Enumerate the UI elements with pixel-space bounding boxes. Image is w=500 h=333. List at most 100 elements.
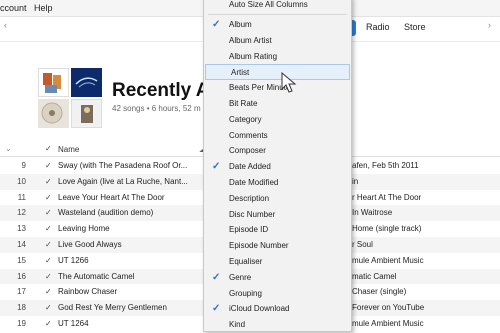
menu-item-label: Kind (229, 320, 246, 330)
tab-radio[interactable]: Radio (366, 22, 390, 32)
menu-account[interactable]: ccount (0, 0, 27, 17)
menu-item-label: Equaliser (229, 257, 263, 266)
mouse-cursor-icon (281, 72, 297, 93)
menu-item-grouping[interactable]: Grouping (204, 286, 351, 302)
track-name: Wasteland (audition demo) (58, 208, 154, 218)
track-name: Leaving Home (58, 224, 110, 234)
track-album: r Heart At The Door (352, 192, 422, 202)
track-number: 11 (17, 192, 26, 202)
menu-item-date-modified[interactable]: Date Modified (204, 175, 351, 191)
checkmark-icon[interactable]: ✓ (45, 284, 52, 300)
album-art-tile (71, 68, 102, 97)
menu-item-album[interactable]: ✓ Album (204, 17, 351, 33)
menu-item-label: Genre (229, 272, 252, 282)
menu-item-genre[interactable]: ✓ Genre (204, 270, 351, 286)
track-name: Sway (with The Pasadena Roof Or... (58, 161, 188, 170)
chevron-left-icon[interactable]: ‹ (4, 20, 7, 30)
track-album: r Soul (352, 239, 373, 249)
track-album: Home (single track) (352, 224, 422, 234)
menu-item-label: Comments (229, 130, 268, 140)
track-name: God Rest Ye Merry Gentlemen (58, 303, 167, 313)
menu-item-composer[interactable]: Composer (204, 143, 351, 159)
menu-item-label: Episode ID (229, 225, 269, 235)
tab-store[interactable]: Store (404, 22, 426, 32)
menu-help[interactable]: Help (34, 0, 53, 17)
track-number: 10 (17, 176, 26, 186)
menu-item-artist[interactable]: Artist (205, 64, 350, 81)
menu-item-label: Album (229, 20, 252, 29)
checkmark-icon: ✓ (212, 303, 221, 315)
track-number: 18 (17, 303, 26, 313)
column-context-menu: Auto Size All Columns ✓ Album Album Arti… (203, 0, 352, 332)
checkmark-icon[interactable]: ✓ (45, 269, 52, 285)
menu-item-label: Auto Size All Columns (229, 0, 308, 9)
track-name: The Automatic Camel (58, 271, 135, 281)
chevron-right-icon[interactable]: › (488, 20, 491, 30)
checkmark-icon[interactable]: ✓ (45, 174, 52, 190)
track-number: 17 (17, 287, 26, 297)
menu-item-category[interactable]: Category (204, 112, 351, 128)
album-art-tile (71, 99, 102, 128)
menu-item-label: Composer (229, 146, 266, 156)
menu-item-label: Disc Number (229, 209, 276, 219)
menu-item-equaliser[interactable]: Equaliser (204, 254, 351, 270)
track-album: mule Ambient Music (352, 255, 424, 265)
track-number: 15 (17, 255, 26, 265)
menu-item-label: Category (229, 114, 262, 124)
checkmark-icon[interactable]: ✓ (45, 221, 52, 237)
menu-item-episode-id[interactable]: Episode ID (204, 222, 351, 238)
track-name: Love Again (live at La Ruche, Nant... (58, 176, 188, 186)
menu-item-date-added[interactable]: ✓ Date Added (204, 159, 351, 175)
menu-item-label: Date Added (229, 162, 271, 172)
menu-item-comments[interactable]: Comments (204, 128, 351, 144)
track-number: 12 (17, 208, 26, 218)
menu-item-label: Date Modified (229, 178, 279, 187)
album-art-tile (38, 99, 69, 128)
menu-item-label: Bit Rate (229, 99, 258, 108)
menu-item-description[interactable]: Description (204, 191, 351, 207)
menu-item-label: iCloud Download (229, 304, 290, 314)
menu-item-label: Album Artist (229, 35, 272, 45)
playlist-subtitle: 42 songs • 6 hours, 52 m (112, 104, 201, 113)
album-art-tile (38, 68, 69, 97)
checkmark-icon[interactable]: ✓ (45, 237, 52, 253)
track-name: Leave Your Heart At The Door (58, 192, 165, 202)
track-number: 14 (17, 239, 26, 249)
menu-item-episode-number[interactable]: Episode Number (204, 238, 351, 254)
checkmark-icon: ✓ (212, 271, 221, 283)
checkmark-icon[interactable]: ✓ (45, 300, 52, 316)
track-number: 9 (21, 161, 26, 170)
menu-item-bit-rate[interactable]: Bit Rate (204, 96, 351, 112)
menu-item-auto-size-all-columns[interactable]: Auto Size All Columns (204, 0, 351, 13)
menu-separator (208, 14, 347, 15)
track-name: Rainbow Chaser (58, 287, 118, 297)
checkmark-icon[interactable]: ✓ (45, 144, 52, 153)
track-album: Chaser (single) (352, 287, 407, 297)
menu-item-label: Album Rating (229, 51, 278, 61)
track-album: afen, Feb 5th 2011 (352, 161, 419, 170)
menu-item-label: Grouping (229, 288, 262, 298)
track-album: in (352, 176, 359, 186)
track-number: 16 (17, 271, 26, 281)
menu-item-label: Episode Number (229, 241, 289, 251)
checkmark-icon: ✓ (212, 19, 221, 30)
checkmark-icon[interactable]: ✓ (45, 205, 52, 221)
menu-item-label: Description (229, 193, 270, 203)
column-header-name[interactable]: Name (58, 145, 79, 154)
menu-item-disc-number[interactable]: Disc Number (204, 207, 351, 223)
track-name: Live Good Always (58, 239, 122, 249)
menu-item-album-artist[interactable]: Album Artist (204, 33, 351, 49)
checkmark-icon[interactable]: ✓ (45, 253, 52, 269)
playlist-artwork[interactable] (38, 68, 102, 128)
menu-item-icloud-download[interactable]: ✓ iCloud Download (204, 301, 351, 317)
checkmark-icon[interactable]: ✓ (45, 190, 52, 206)
menu-item-album-rating[interactable]: Album Rating (204, 49, 351, 65)
track-album: Forever on YouTube (352, 303, 425, 313)
checkmark-icon[interactable]: ✓ (45, 158, 52, 174)
track-album: In Waitrose (352, 208, 393, 218)
menu-item-kind[interactable]: Kind (204, 317, 351, 333)
menu-item-beats-per-minute[interactable]: Beats Per Minute (204, 80, 351, 96)
checkmark-icon: ✓ (212, 161, 221, 173)
chevron-down-icon[interactable]: ⌄ (5, 144, 12, 153)
track-album: matic Camel (352, 271, 397, 281)
